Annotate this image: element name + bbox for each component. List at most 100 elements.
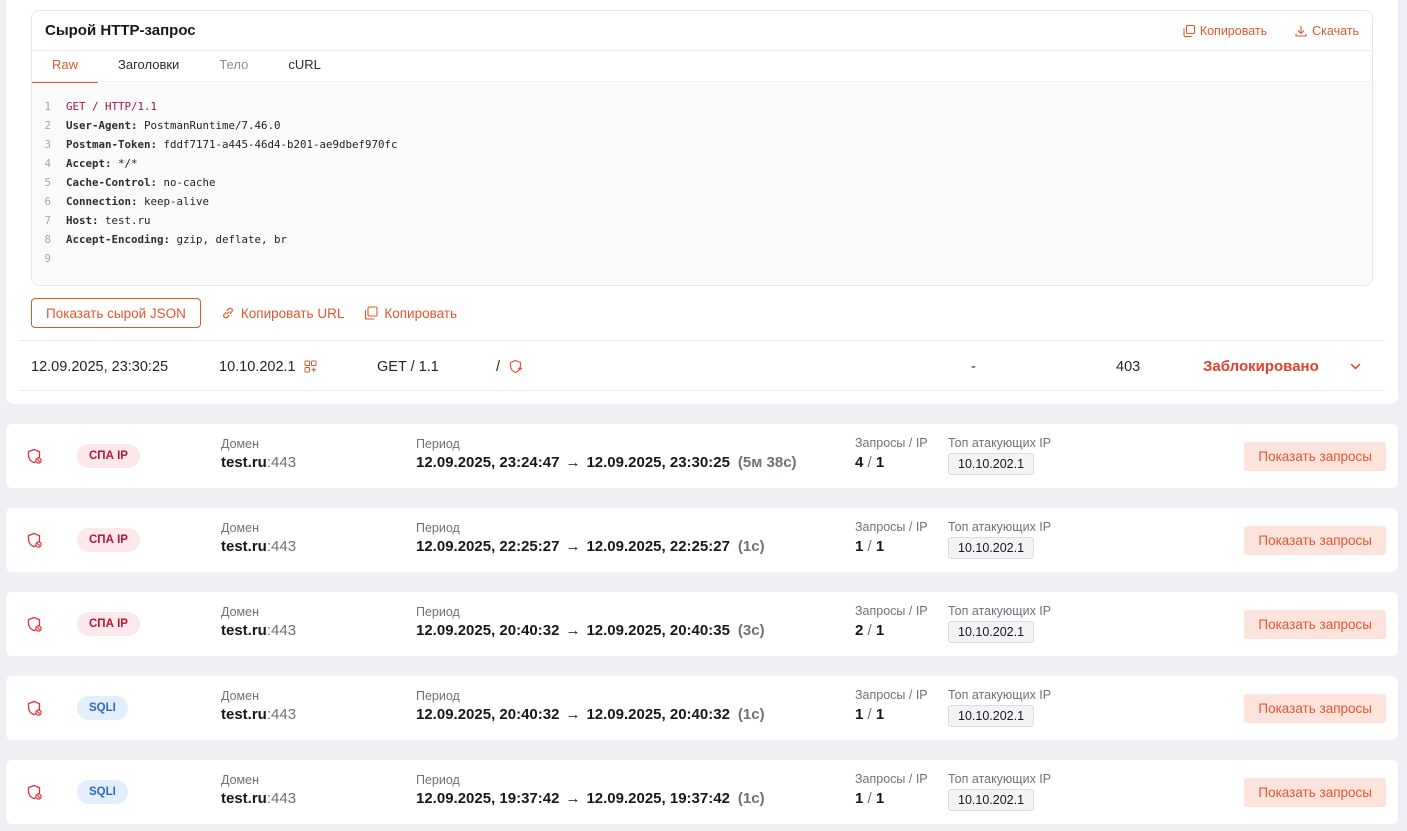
requests-separator: / xyxy=(867,454,872,471)
attack-type-badge: СПА IP xyxy=(77,444,140,468)
copy-url-button[interactable]: Копировать URL xyxy=(221,306,344,321)
show-requests-button[interactable]: Показать запросы xyxy=(1244,526,1386,555)
line-number: 7 xyxy=(44,214,51,227)
requests-count: 1 xyxy=(855,790,864,807)
top-ip-label: Топ атакующих IP xyxy=(948,604,1052,618)
requests-count: 4 xyxy=(855,454,864,471)
header-key: Postman-Token: xyxy=(66,138,158,151)
requests-ip-label: Запросы / IP xyxy=(855,688,928,702)
period-end: 12.09.2025, 20:40:35 xyxy=(586,622,730,639)
top-ip-chip[interactable]: 10.10.202.1 xyxy=(948,705,1035,727)
domain-host: test.ru xyxy=(221,706,267,723)
line-number: 8 xyxy=(44,233,51,246)
period-duration: (1с) xyxy=(737,538,765,555)
domain-value: test.ru:443 xyxy=(221,538,296,555)
domain-value: test.ru:443 xyxy=(221,454,296,471)
period-end: 12.09.2025, 20:40:32 xyxy=(586,706,730,723)
domain-label: Домен xyxy=(221,689,260,703)
line-number: 5 xyxy=(44,176,51,189)
copy-icon xyxy=(1183,24,1195,37)
line-number: 6 xyxy=(44,195,51,208)
link-icon xyxy=(223,307,233,319)
show-requests-button[interactable]: Показать запросы xyxy=(1244,694,1386,723)
request-path-cell: / xyxy=(496,341,523,392)
header-key: Connection: xyxy=(66,195,138,208)
domain-port: :443 xyxy=(266,538,297,555)
domain-host: test.ru xyxy=(221,622,267,639)
raw-tabs: Raw Заголовки Тело cURL xyxy=(32,51,1372,84)
requests-ip-value: 2 / 1 xyxy=(855,622,884,639)
show-raw-json-button[interactable]: Показать сырой JSON xyxy=(31,298,201,328)
header-value: */* xyxy=(111,157,138,170)
line-number: 4 xyxy=(44,157,51,170)
tab-raw[interactable]: Raw xyxy=(32,51,99,84)
period-duration: (3с) xyxy=(737,622,765,639)
copy-raw-button[interactable]: Копировать xyxy=(1183,24,1267,38)
requests-separator: / xyxy=(867,622,872,639)
tab-headers[interactable]: Заголовки xyxy=(98,51,199,81)
code-line: 3 Postman-Token: fddf7171-a445-46d4-b201… xyxy=(32,135,1372,154)
top-ip-chip[interactable]: 10.10.202.1 xyxy=(948,453,1035,475)
request-row[interactable]: 12.09.2025, 23:30:25 10.10.202.1 GET / 1… xyxy=(19,340,1385,391)
period-start: 12.09.2025, 19:37:42 xyxy=(416,790,560,807)
top-ip-chip[interactable]: 10.10.202.1 xyxy=(948,621,1035,643)
requests-ip-label: Запросы / IP xyxy=(855,772,928,786)
show-requests-button[interactable]: Показать запросы xyxy=(1244,610,1386,639)
incident-card: SQLI Домен test.ru:443 Период 12.09.2025, 19… xyxy=(6,760,1398,824)
code-line: 5 Cache-Control: no-cache xyxy=(32,173,1372,192)
tab-curl[interactable]: cURL xyxy=(268,51,341,81)
request-actions: Показать сырой JSON Копировать URL Копир… xyxy=(31,298,457,328)
expand-chevron-icon[interactable] xyxy=(1349,341,1362,392)
period-label: Период xyxy=(416,437,460,451)
ip-count: 1 xyxy=(875,538,885,555)
attack-type-badge: SQLI xyxy=(77,780,128,804)
domain-port: :443 xyxy=(266,790,297,807)
period-arrow: → xyxy=(565,790,581,807)
domain-label: Домен xyxy=(221,773,260,787)
code-line: 9 xyxy=(32,249,1372,268)
period-label: Период xyxy=(416,605,460,619)
requests-ip-value: 1 / 1 xyxy=(855,706,884,723)
tab-body[interactable]: Тело xyxy=(199,51,268,81)
header-value: gzip, deflate, br xyxy=(170,233,288,246)
request-ip: 10.10.202.1 xyxy=(219,358,296,375)
download-icon xyxy=(1295,25,1307,37)
download-raw-label: Скачать xyxy=(1312,23,1359,38)
copy-icon xyxy=(365,306,378,320)
period-arrow: → xyxy=(565,706,581,723)
domain-label: Домен xyxy=(221,521,260,535)
copy-button[interactable]: Копировать xyxy=(364,306,457,321)
domain-label: Домен xyxy=(221,605,260,619)
ip-count: 1 xyxy=(875,706,885,723)
download-raw-button[interactable]: Скачать xyxy=(1295,24,1359,38)
top-ip-label: Топ атакующих IP xyxy=(948,688,1052,702)
copy-raw-label: Копировать xyxy=(1199,23,1268,38)
domain-host: test.ru xyxy=(221,790,267,807)
raw-http-request-panel: Сырой HTTP-запрос Копировать Скачать Raw… xyxy=(31,10,1373,286)
requests-separator: / xyxy=(867,706,872,723)
shield-plus-icon[interactable] xyxy=(508,359,523,374)
period-start: 12.09.2025, 20:40:32 xyxy=(416,622,560,639)
code-line: 1 GET / HTTP/1.1 xyxy=(32,97,1372,116)
incident-card: СПА IP Домен test.ru:443 Период 12.09.2025, … xyxy=(6,592,1398,656)
period-label: Период xyxy=(416,689,460,703)
period-value: 12.09.2025, 20:40:32 → 12.09.2025, 20:40:3… xyxy=(416,622,765,639)
line-number: 2 xyxy=(44,119,51,132)
ip-info-icon[interactable] xyxy=(304,360,317,373)
code-line: 8 Accept-Encoding: gzip, deflate, br xyxy=(32,230,1372,249)
top-ip-chip[interactable]: 10.10.202.1 xyxy=(948,537,1035,559)
incident-card: СПА IP Домен test.ru:443 Период 12.09.2025, … xyxy=(6,508,1398,572)
request-line: GET / HTTP/1.1 xyxy=(66,100,158,113)
period-start: 12.09.2025, 22:25:27 xyxy=(416,538,560,555)
period-arrow: → xyxy=(565,538,581,555)
period-end: 12.09.2025, 19:37:42 xyxy=(586,790,730,807)
requests-count: 2 xyxy=(855,622,864,639)
show-requests-button[interactable]: Показать запросы xyxy=(1244,778,1386,807)
top-ip-label: Топ атакующих IP xyxy=(948,520,1052,534)
header-value: test.ru xyxy=(98,214,151,227)
show-requests-button[interactable]: Показать запросы xyxy=(1244,442,1386,471)
header-key: Accept-Encoding: xyxy=(66,233,171,246)
code-line: 4 Accept: */* xyxy=(32,154,1372,173)
period-value: 12.09.2025, 19:37:42 → 12.09.2025, 19:37:4… xyxy=(416,790,765,807)
top-ip-chip[interactable]: 10.10.202.1 xyxy=(948,789,1035,811)
